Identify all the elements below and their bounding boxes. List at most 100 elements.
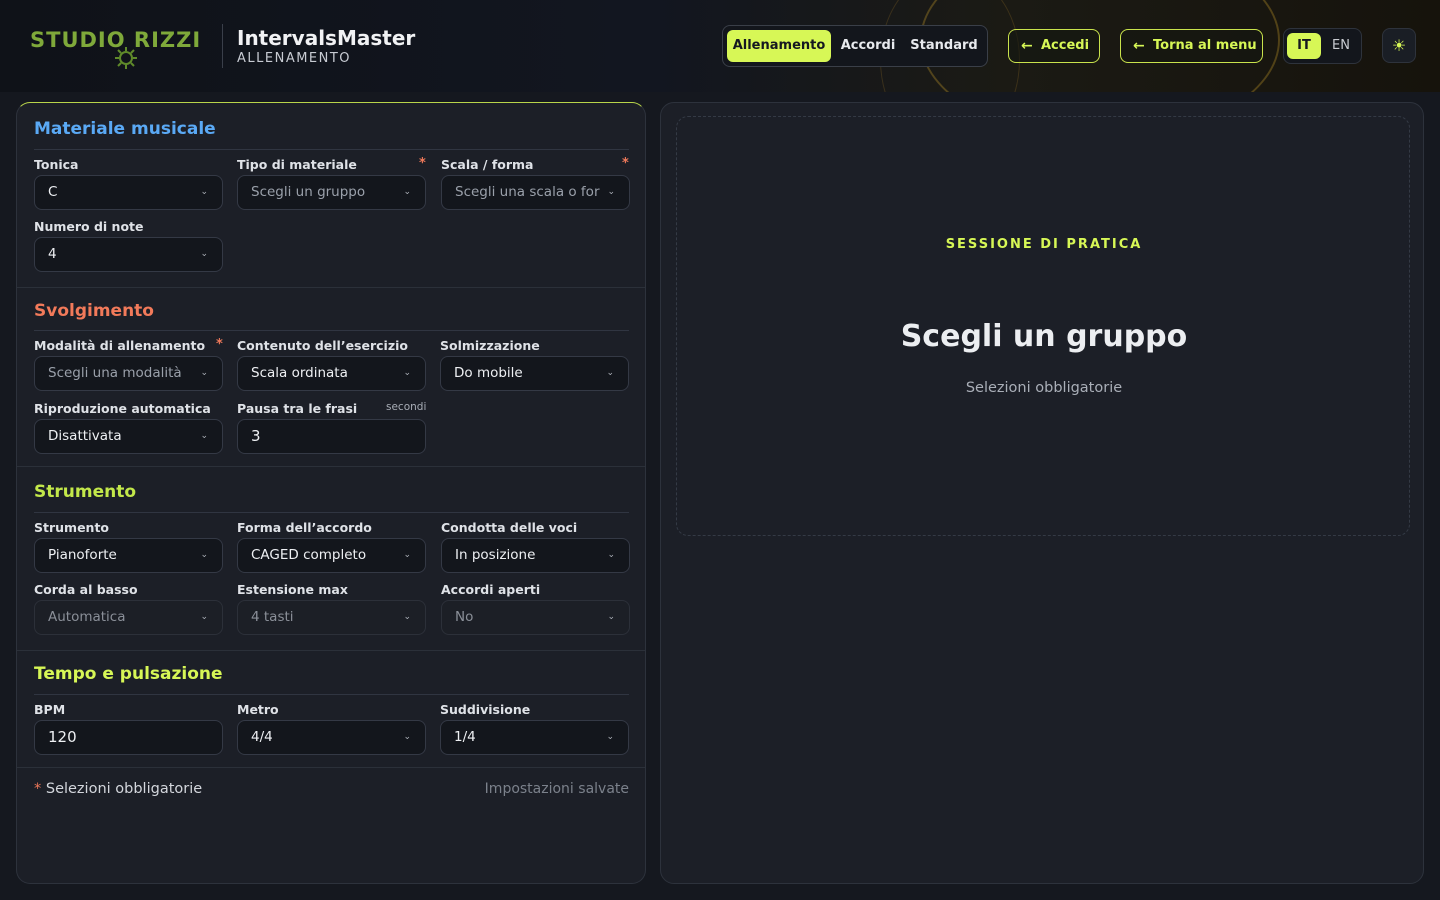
saved-status: Impostazioni salvate [484,781,629,797]
chevron-down-icon: ⌄ [200,550,208,560]
login-button[interactable]: ← Accedi [1008,29,1100,63]
pausa-input[interactable]: 3 [237,419,426,454]
condotta-select[interactable]: In posizione ⌄ [441,538,630,573]
strumento-value: Pianoforte [48,547,117,563]
tab-allenamento[interactable]: Allenamento [727,30,831,62]
modalita-label: Modalità di allenamento [34,338,206,353]
estensione-label: Estensione max [237,582,348,597]
chevron-down-icon: ⌄ [200,187,208,197]
corda-basso-select[interactable]: Automatica ⌄ [34,600,223,635]
back-to-menu-button[interactable]: ← Torna al menu [1120,29,1263,63]
chevron-down-icon: ⌄ [607,612,615,622]
settings-panel: Materiale musicale Tonica C ⌄ Tipo di ma… [16,102,646,884]
bpm-value: 120 [48,728,77,746]
modalita-select[interactable]: Scegli una modalità ⌄ [34,356,223,391]
practice-placeholder: SESSIONE DI PRATICA Scegli un gruppo Sel… [676,116,1410,536]
pausa-value: 3 [251,427,261,445]
accordi-aperti-select[interactable]: No ⌄ [441,600,630,635]
solmizzazione-label: Solmizzazione [440,338,540,353]
bpm-input[interactable]: 120 [34,720,223,755]
solmizzazione-select[interactable]: Do mobile ⌄ [440,356,629,391]
scala-forma-select[interactable]: Scegli una scala o for ⌄ [441,175,630,210]
chevron-down-icon: ⌄ [606,368,614,378]
section-separator [17,466,645,467]
app-header: STUDIO RIZZI IntervalsMaster ALLENAMENTO… [0,0,1440,92]
section-rule [34,694,629,695]
lang-en[interactable]: EN [1324,33,1358,59]
section-title-strumento: Strumento [34,482,137,502]
corda-basso-label: Corda al basso [34,582,138,597]
header-divider [222,24,223,68]
chevron-down-icon: ⌄ [601,176,615,209]
login-label: Accedi [1041,38,1090,53]
chevron-down-icon: ⌄ [200,368,208,378]
contenuto-label: Contenuto dell’esercizio [237,338,408,353]
forma-accordo-select[interactable]: CAGED completo ⌄ [237,538,426,573]
tab-accordi[interactable]: Accordi [833,30,903,62]
chevron-down-icon: ⌄ [200,612,208,622]
bpm-label: BPM [34,702,66,717]
tipo-materiale-select[interactable]: Scegli un gruppo ⌄ [237,175,426,210]
section-separator [17,650,645,651]
riproduzione-select[interactable]: Disattivata ⌄ [34,419,223,454]
chevron-down-icon: ⌄ [403,368,411,378]
tonica-label: Tonica [34,157,79,172]
chevron-down-icon: ⌄ [403,187,411,197]
section-rule [34,512,629,513]
forma-accordo-value: CAGED completo [251,547,367,563]
metro-select[interactable]: 4/4 ⌄ [237,720,426,755]
theme-toggle-button[interactable]: ☀ [1382,28,1416,63]
riproduzione-value: Disattivata [48,428,122,444]
practice-label: SESSIONE DI PRATICA [945,237,1143,252]
section-title-materiale: Materiale musicale [34,119,216,139]
arrow-left-icon: ← [1133,38,1145,54]
sun-icon: ☀ [1391,36,1407,55]
numero-note-label: Numero di note [34,219,144,234]
section-separator [17,287,645,288]
riproduzione-label: Riproduzione automatica [34,401,211,416]
estensione-value: 4 tasti [251,609,294,625]
app-subtitle: ALLENAMENTO [237,51,352,66]
metro-label: Metro [237,702,279,717]
required-marker: * [419,156,426,171]
app-title: IntervalsMaster [237,26,416,50]
modalita-placeholder: Scegli una modalità [48,365,182,381]
section-title-svolgimento: Svolgimento [34,301,154,321]
scala-placeholder: Scegli una scala o for [455,184,600,200]
lang-it[interactable]: IT [1287,33,1321,59]
contenuto-select[interactable]: Scala ordinata ⌄ [237,356,426,391]
section-rule [34,330,629,331]
pausa-label: Pausa tra le frasi [237,401,358,416]
required-marker: * [216,337,223,352]
section-separator [17,767,645,768]
practice-subtitle: Selezioni obbligatorie [965,380,1123,396]
estensione-select[interactable]: 4 tasti ⌄ [237,600,426,635]
chevron-down-icon: ⌄ [403,732,411,742]
condotta-label: Condotta delle voci [441,520,578,535]
forma-accordo-label: Forma dell’accordo [237,520,372,535]
suddivisione-select[interactable]: 1/4 ⌄ [440,720,629,755]
chevron-down-icon: ⌄ [606,732,614,742]
chevron-down-icon: ⌄ [200,249,208,259]
required-marker: * [34,781,42,797]
accordi-aperti-value: No [455,609,474,625]
required-note: * Selezioni obbligatorie [34,781,202,797]
tipo-placeholder: Scegli un gruppo [251,184,366,200]
back-label: Torna al menu [1153,38,1257,53]
tab-standard[interactable]: Standard [905,30,983,62]
strumento-select[interactable]: Pianoforte ⌄ [34,538,223,573]
mode-tabs: Allenamento Accordi Standard [722,25,988,67]
numero-note-select[interactable]: 4 ⌄ [34,237,223,272]
tonica-value: C [48,184,58,200]
chevron-down-icon: ⌄ [403,550,411,560]
practice-panel: SESSIONE DI PRATICA Scegli un gruppo Sel… [660,102,1424,884]
tonica-select[interactable]: C ⌄ [34,175,223,210]
required-marker: * [622,156,629,171]
language-switch: IT EN [1283,28,1362,64]
chevron-down-icon: ⌄ [403,612,411,622]
accordi-aperti-label: Accordi aperti [441,582,541,597]
suddivisione-label: Suddivisione [440,702,531,717]
solmizzazione-value: Do mobile [454,365,523,381]
metro-value: 4/4 [251,729,273,745]
scala-label: Scala / forma [441,157,534,172]
